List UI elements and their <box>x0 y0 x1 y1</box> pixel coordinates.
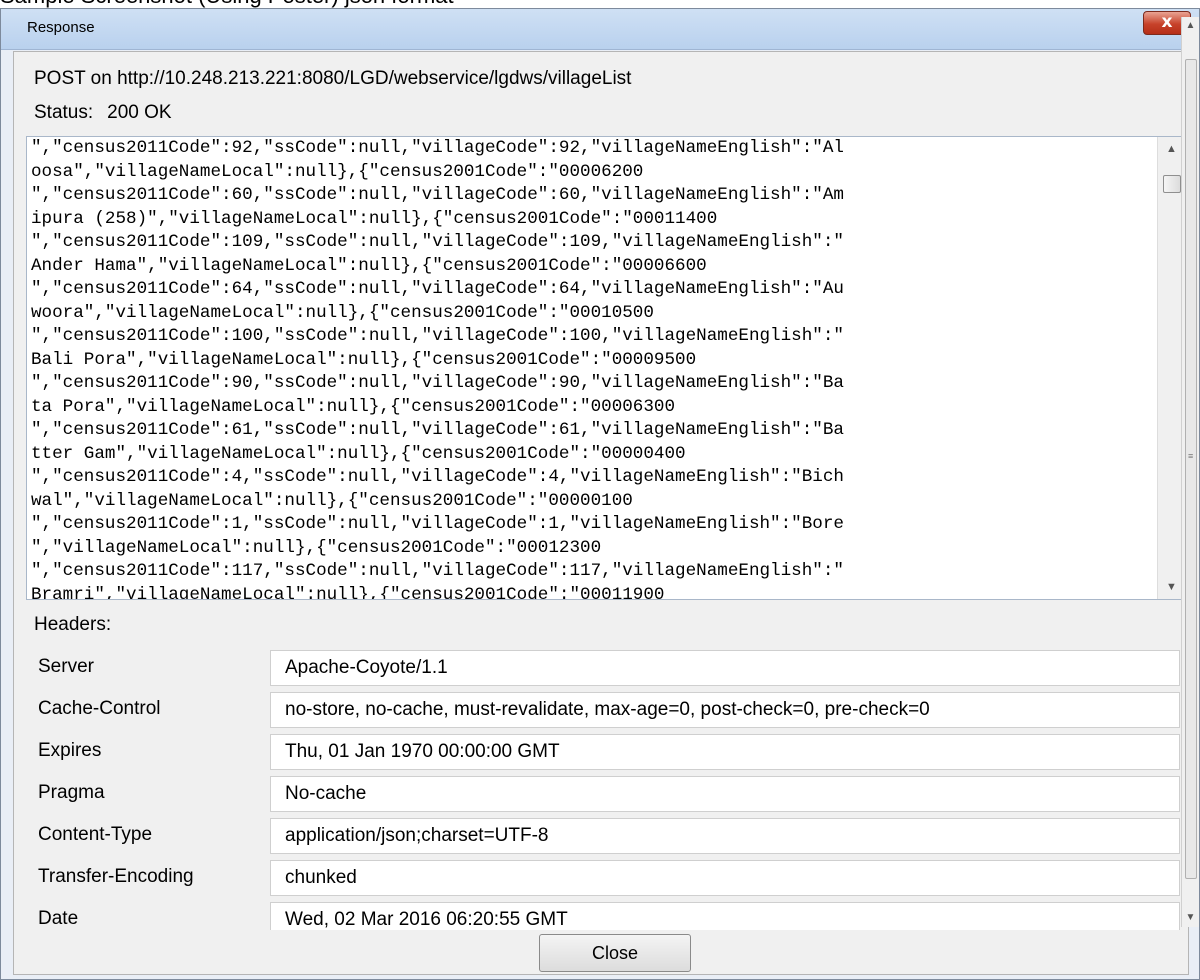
response-body-line: ","census2011Code":109,"ssCode":null,"vi… <box>31 232 844 252</box>
response-body-text[interactable]: ","census2011Code":92,"ssCode":null,"vil… <box>31 137 1143 600</box>
header-key: Content-Type <box>38 824 153 845</box>
response-body-line: ","census2011Code":1,"ssCode":null,"vill… <box>31 514 844 534</box>
response-body-line: ","census2011Code":117,"ssCode":null,"vi… <box>31 561 844 581</box>
header-key: Server <box>38 656 94 677</box>
response-body-line: ","census2011Code":100,"ssCode":null,"vi… <box>31 326 844 346</box>
dialog-client-area: POST on http://10.248.213.221:8080/LGD/w… <box>13 51 1189 975</box>
window-title: Response <box>27 19 95 36</box>
header-value-field[interactable]: Apache-Coyote/1.1 <box>270 650 1180 686</box>
response-body-line: ","villageNameLocal":null},{"census2001C… <box>31 537 602 558</box>
header-row-content-type: Content-Type application/json;charset=UT… <box>34 818 1184 856</box>
response-body-line: ipura (258)","villageNameLocal":null},{"… <box>31 208 718 229</box>
header-row-pragma: Pragma No-cache <box>34 776 1184 814</box>
header-key: Cache-Control <box>38 698 161 719</box>
response-body-line: ta Pora","villageNameLocal":null},{"cens… <box>31 396 676 417</box>
header-key: Date <box>38 908 79 929</box>
close-button[interactable]: Close <box>539 934 691 972</box>
header-value-field[interactable]: application/json;charset=UTF-8 <box>270 818 1180 854</box>
response-body-line: ","census2011Code":60,"ssCode":null,"vil… <box>31 185 844 205</box>
header-key: Transfer-Encoding <box>38 866 194 887</box>
header-row-cache-control: Cache-Control no-store, no-cache, must-r… <box>34 692 1184 730</box>
response-body-line: ","census2011Code":61,"ssCode":null,"vil… <box>31 420 844 440</box>
response-window: Response x POST on http://10.248.213.221… <box>0 8 1200 980</box>
dialog-scrollbar[interactable]: ▲ ≡ ▼ <box>1181 17 1199 927</box>
header-value-field[interactable]: Thu, 01 Jan 1970 00:00:00 GMT <box>270 734 1180 770</box>
status-line: Status: 200 OK <box>34 102 172 124</box>
response-body-textarea[interactable]: ","census2011Code":92,"ssCode":null,"vil… <box>26 136 1186 600</box>
header-row-server: Server Apache-Coyote/1.1 <box>34 650 1184 688</box>
header-value-field[interactable]: No-cache <box>270 776 1180 812</box>
scroll-up-arrow-icon[interactable]: ▲ <box>1182 17 1199 35</box>
response-body-line: Ander Hama","villageNameLocal":null},{"c… <box>31 255 707 276</box>
header-value-field[interactable]: no-store, no-cache, must-revalidate, max… <box>270 692 1180 728</box>
scroll-down-arrow-icon[interactable]: ▼ <box>1182 909 1199 927</box>
page-caption: Sample Screenshot (Using Poster) json fo… <box>0 0 454 8</box>
response-body-line: Bali Pora","villageNameLocal":null},{"ce… <box>31 349 697 370</box>
request-url-line: POST on http://10.248.213.221:8080/LGD/w… <box>34 68 632 89</box>
header-key: Expires <box>38 740 102 761</box>
header-row-expires: Expires Thu, 01 Jan 1970 00:00:00 GMT <box>34 734 1184 772</box>
header-row-transfer-encoding: Transfer-Encoding chunked <box>34 860 1184 898</box>
header-value-field[interactable]: Wed, 02 Mar 2016 06:20:55 GMT <box>270 902 1180 930</box>
header-row-date: Date Wed, 02 Mar 2016 06:20:55 GMT <box>34 902 1184 930</box>
response-body-line: tter Gam","villageNameLocal":null},{"cen… <box>31 443 686 464</box>
response-body-line: ","census2011Code":92,"ssCode":null,"vil… <box>31 138 844 158</box>
response-body-line: Bramri","villageNameLocal":null},{"censu… <box>31 584 665 600</box>
dialog-scroll-thumb[interactable]: ≡ <box>1185 59 1197 879</box>
body-scroll-thumb[interactable] <box>1163 175 1181 193</box>
header-value-field[interactable]: chunked <box>270 860 1180 896</box>
grip-lines-icon: ≡ <box>1188 451 1194 461</box>
title-bar[interactable]: Response x <box>1 9 1199 50</box>
response-body-line: ","census2011Code":64,"ssCode":null,"vil… <box>31 279 844 299</box>
response-body-line: wal","villageNameLocal":null},{"census20… <box>31 490 633 511</box>
response-body-line: ","census2011Code":90,"ssCode":null,"vil… <box>31 373 844 393</box>
status-value: 200 OK <box>107 102 172 123</box>
status-label: Status: <box>34 102 94 123</box>
headers-label: Headers: <box>34 614 112 635</box>
response-body-line: woora","villageNameLocal":null},{"census… <box>31 302 654 323</box>
response-body-line: oosa","villageNameLocal":null},{"census2… <box>31 161 644 182</box>
header-key: Pragma <box>38 782 105 803</box>
response-body-line: ","census2011Code":4,"ssCode":null,"vill… <box>31 467 844 487</box>
